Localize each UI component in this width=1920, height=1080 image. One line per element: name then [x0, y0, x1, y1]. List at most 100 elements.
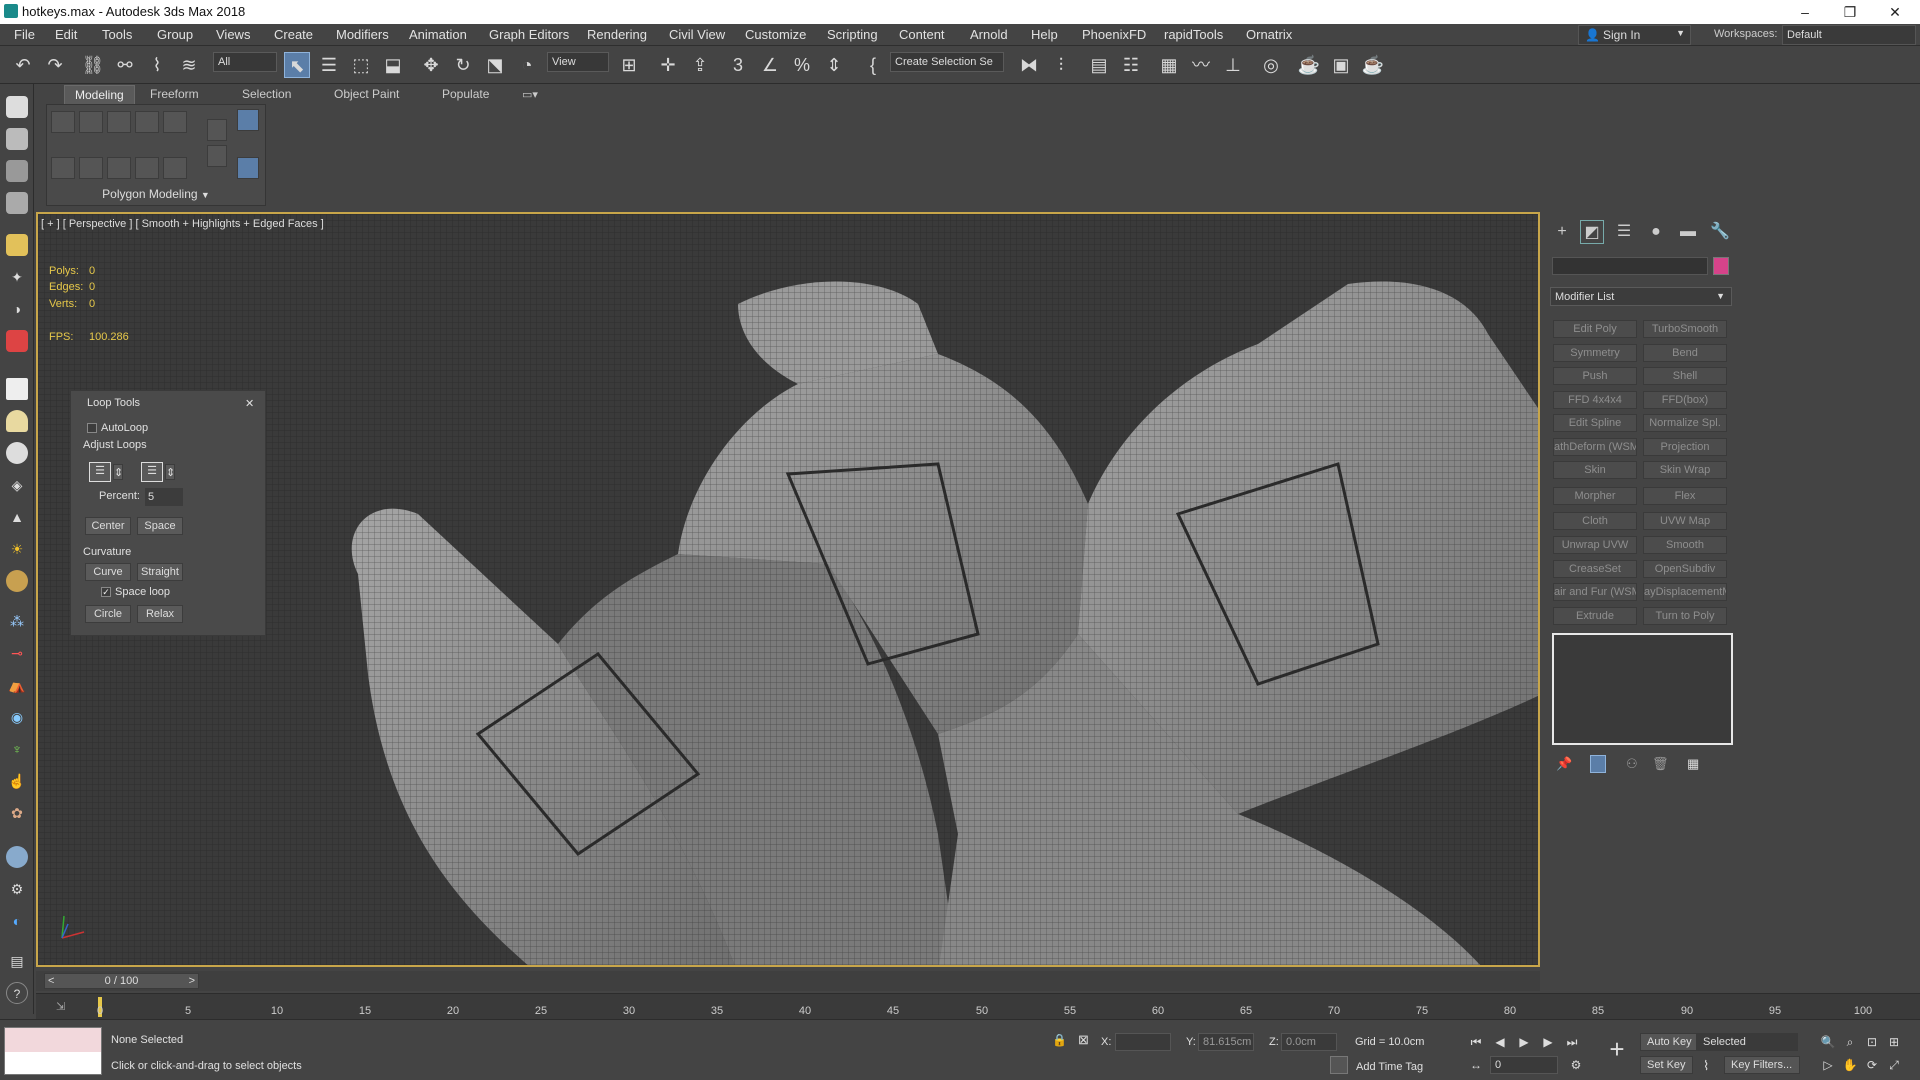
menu-create[interactable]: Create: [274, 27, 313, 42]
settings-grid-icon[interactable]: ⚙: [6, 878, 28, 900]
circle-button[interactable]: Circle: [85, 605, 131, 623]
menu-content[interactable]: Content: [899, 27, 945, 42]
zoom-all-icon[interactable]: ⌕: [1840, 1033, 1860, 1051]
autoloop-checkbox[interactable]: [87, 423, 97, 433]
modifier-button[interactable]: ayDisplacementM: [1643, 583, 1727, 601]
tab-selection[interactable]: Selection: [232, 85, 301, 105]
close-button[interactable]: ✕: [1872, 0, 1918, 24]
menu-views[interactable]: Views: [216, 27, 250, 42]
center-button[interactable]: Center: [85, 517, 131, 535]
helper-icon[interactable]: ◑: [6, 298, 28, 320]
menu-civil-view[interactable]: Civil View: [669, 27, 725, 42]
snaps-toggle-icon[interactable]: 3: [725, 52, 751, 78]
layer-icon[interactable]: [6, 160, 28, 182]
ribbon-show-end-result-icon[interactable]: [237, 109, 259, 131]
camera-icon[interactable]: ✦: [6, 266, 28, 288]
render-sphere-icon[interactable]: [6, 846, 28, 868]
ribbon-stack-down-icon[interactable]: [207, 145, 227, 167]
go-to-end-icon[interactable]: ⏭: [1562, 1033, 1582, 1051]
ribbon-polygon-icon[interactable]: [135, 111, 159, 133]
render-production-icon[interactable]: ☕: [1360, 52, 1386, 78]
add-time-tag-label[interactable]: Add Time Tag: [1356, 1061, 1423, 1073]
menu-rapidtools[interactable]: rapidTools: [1164, 27, 1223, 42]
auto-key-button[interactable]: Auto Key: [1640, 1033, 1699, 1051]
link-icon[interactable]: ⛓: [80, 52, 106, 78]
set-key-icon[interactable]: +: [1602, 1034, 1632, 1068]
toggle-layer-explorer-icon[interactable]: ☷: [1118, 52, 1144, 78]
modifier-button[interactable]: air and Fur (WSM: [1553, 583, 1637, 601]
toggle-scene-explorer-icon[interactable]: ▤: [1086, 52, 1112, 78]
modifier-button[interactable]: Symmetry: [1553, 344, 1637, 362]
key-mode-toggle-icon[interactable]: ↔: [1466, 1056, 1486, 1074]
adjust-loops-out-icon[interactable]: ☰: [141, 462, 163, 482]
bones-icon[interactable]: ⊸: [6, 642, 28, 664]
ribbon-pin-icon[interactable]: [237, 157, 259, 179]
modifier-button[interactable]: OpenSubdiv: [1643, 560, 1727, 578]
ribbon-vertex-icon[interactable]: [51, 111, 75, 133]
scale-icon[interactable]: ⬔: [482, 52, 508, 78]
menu-help[interactable]: Help: [1031, 27, 1058, 42]
spinner-snap-icon[interactable]: ⇕: [821, 52, 847, 78]
select-by-name-icon[interactable]: ☰: [316, 52, 342, 78]
document-icon[interactable]: ▤: [6, 950, 28, 972]
adjust-loops-in-icon[interactable]: ☰: [89, 462, 111, 482]
play-icon[interactable]: ▶: [1514, 1033, 1534, 1051]
maxscript-input[interactable]: [5, 1052, 101, 1074]
selection-filter-select[interactable]: All: [213, 52, 277, 72]
modifier-button[interactable]: Smooth: [1643, 536, 1727, 554]
maxscript-listener[interactable]: [4, 1027, 102, 1075]
ribbon-ring-icon[interactable]: [107, 157, 131, 179]
modifier-stack[interactable]: [1552, 633, 1733, 745]
ornatrix-icon[interactable]: ✿: [6, 802, 28, 824]
viewport-layout-icon[interactable]: [6, 96, 28, 118]
space-loop-checkbox[interactable]: ✓: [101, 587, 111, 597]
orbit-icon[interactable]: ⟳: [1862, 1056, 1882, 1074]
modifier-button[interactable]: Bend: [1643, 344, 1727, 362]
menu-ornatrix[interactable]: Ornatrix: [1246, 27, 1292, 42]
hierarchy-icon[interactable]: [6, 330, 28, 352]
menu-file[interactable]: File: [14, 27, 35, 42]
toggle-ribbon-icon[interactable]: ▦: [1156, 52, 1182, 78]
align-icon[interactable]: ⫶: [1048, 52, 1074, 78]
modifier-button[interactable]: Edit Spline: [1553, 414, 1637, 432]
bind-space-warp-icon[interactable]: ⌇: [144, 52, 170, 78]
menu-customize[interactable]: Customize: [745, 27, 806, 42]
object-name-input[interactable]: [1552, 257, 1708, 275]
modifier-list-dropdown[interactable]: Modifier List ▼: [1550, 287, 1732, 306]
grid-icon[interactable]: [6, 192, 28, 214]
modifier-button[interactable]: Skin Wrap: [1643, 461, 1727, 479]
render-setup-icon[interactable]: ☕: [1296, 52, 1322, 78]
hand-icon[interactable]: ☝: [6, 770, 28, 792]
angle-snap-icon[interactable]: ∠: [757, 52, 783, 78]
make-unique-icon[interactable]: ⚇: [1626, 756, 1638, 772]
move-icon[interactable]: ✥: [418, 52, 444, 78]
modifier-button[interactable]: FFD(box): [1643, 391, 1727, 409]
modifier-button[interactable]: Unwrap UVW: [1553, 536, 1637, 554]
modifier-button[interactable]: Turn to Poly: [1643, 607, 1727, 625]
ribbon-grow-icon[interactable]: [51, 157, 75, 179]
ribbon-stack-up-icon[interactable]: [207, 119, 227, 141]
help-icon[interactable]: ?: [6, 982, 28, 1004]
prev-frame-icon[interactable]: <: [48, 974, 54, 988]
tab-modeling[interactable]: Modeling: [64, 85, 135, 105]
zoom-extents-all-icon[interactable]: ⊞: [1884, 1033, 1904, 1051]
next-frame-icon[interactable]: >: [189, 974, 195, 988]
zoom-icon[interactable]: 🔍: [1818, 1033, 1838, 1051]
ribbon-smooth-icon[interactable]: [163, 157, 187, 179]
sphere-icon[interactable]: [6, 410, 28, 432]
curve-editor-icon[interactable]: 〰: [1188, 52, 1214, 78]
key-filters-button[interactable]: Key Filters...: [1724, 1056, 1800, 1074]
schematic-view-icon[interactable]: ⊥: [1220, 52, 1246, 78]
space-button[interactable]: Space: [137, 517, 183, 535]
y-coordinate-input[interactable]: 81.615cm: [1198, 1033, 1254, 1051]
go-to-start-icon[interactable]: ⏮: [1466, 1033, 1486, 1051]
biped-icon[interactable]: ⛺: [6, 674, 28, 696]
menu-rendering[interactable]: Rendering: [587, 27, 647, 42]
spinner-icon[interactable]: ⇕: [165, 464, 175, 480]
script-icon[interactable]: ◐: [6, 910, 28, 932]
reference-coordinate-select[interactable]: View: [547, 52, 609, 72]
sun-icon[interactable]: ☀: [6, 538, 28, 560]
zoom-extents-icon[interactable]: ⊡: [1862, 1033, 1882, 1051]
pivot-center-icon[interactable]: ⊞: [616, 52, 642, 78]
material-ball-icon[interactable]: [6, 570, 28, 592]
